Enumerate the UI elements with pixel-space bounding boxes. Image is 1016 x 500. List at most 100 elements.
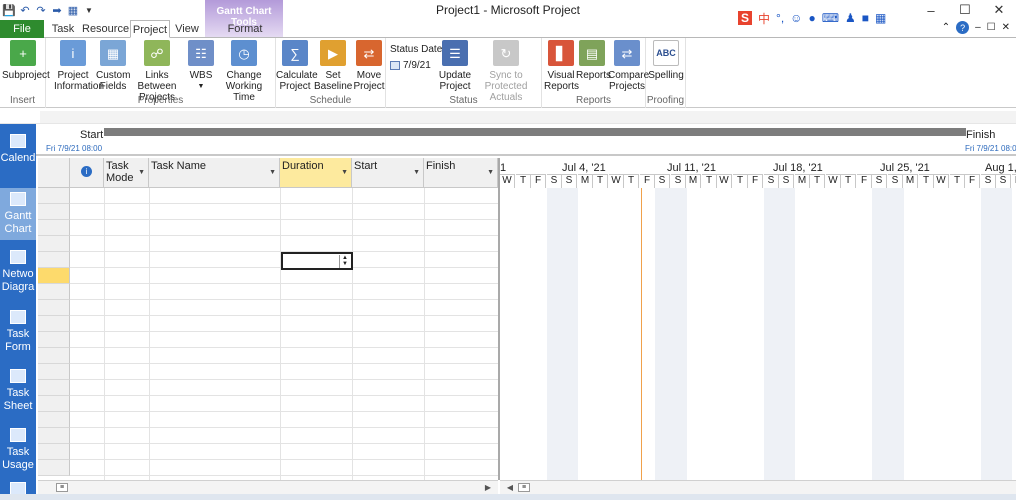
row-header[interactable] bbox=[38, 188, 70, 204]
project-information-button[interactable]: i Project Information bbox=[54, 40, 104, 92]
row-header[interactable] bbox=[38, 428, 70, 444]
row-header[interactable] bbox=[38, 460, 70, 476]
tab-resource[interactable]: Resource bbox=[82, 20, 129, 38]
table-row[interactable] bbox=[38, 444, 498, 460]
view-network-diagram[interactable]: Netwo Diagra bbox=[0, 250, 36, 294]
ribbon-close-icon[interactable]: ✕ bbox=[1002, 22, 1010, 33]
table-row[interactable] bbox=[38, 316, 498, 332]
row-header[interactable] bbox=[38, 396, 70, 412]
timeline[interactable]: Start Finish Fri 7/9/21 08:00 Fri 7/9/21… bbox=[36, 124, 1016, 156]
row-header[interactable] bbox=[38, 348, 70, 364]
reports-button[interactable]: ▤ Reports bbox=[576, 40, 611, 81]
tab-project[interactable]: Project bbox=[130, 20, 170, 38]
row-header[interactable] bbox=[38, 220, 70, 236]
duration-spinner[interactable]: ▲ ▼ bbox=[339, 255, 350, 268]
help-icon[interactable]: ? bbox=[956, 21, 970, 34]
view-task-sheet[interactable]: Task Sheet bbox=[0, 369, 36, 413]
duration-filter-icon[interactable]: ▼ bbox=[341, 169, 348, 176]
table-row[interactable] bbox=[38, 428, 498, 444]
gantt-icon[interactable]: ▦ bbox=[66, 3, 80, 17]
save-icon[interactable]: 💾 bbox=[2, 3, 16, 17]
gantt-chart[interactable]: 1 Jul 4, '21 Jul 11, '21 Jul 18, '21 Jul 25,… bbox=[500, 158, 1016, 480]
finish-filter-icon[interactable]: ▼ bbox=[487, 169, 494, 176]
table-row[interactable] bbox=[38, 332, 498, 348]
dropdown-icon[interactable]: ▼ bbox=[82, 3, 96, 17]
row-header[interactable] bbox=[38, 332, 70, 348]
tab-file[interactable]: File bbox=[0, 20, 44, 38]
table-row[interactable] bbox=[38, 300, 498, 316]
task-mode-filter-icon[interactable]: ▼ bbox=[138, 169, 145, 176]
column-start[interactable]: Start ▼ bbox=[352, 158, 424, 188]
table-row[interactable] bbox=[38, 284, 498, 300]
maximize-button[interactable]: ☐ bbox=[948, 0, 982, 20]
set-baseline-button[interactable]: ▶ Set Baseline bbox=[314, 40, 352, 92]
row-header[interactable] bbox=[38, 236, 70, 252]
spelling-button[interactable]: ABC Spelling bbox=[648, 40, 684, 81]
row-header[interactable] bbox=[38, 316, 70, 332]
tab-format[interactable]: Format bbox=[224, 20, 266, 38]
row-header[interactable] bbox=[38, 412, 70, 428]
wbs-button[interactable]: ☷ WBS ▼ bbox=[186, 40, 216, 92]
table-row[interactable] bbox=[38, 204, 498, 220]
status-date-field[interactable]: 7/9/21 bbox=[390, 60, 431, 71]
table-row[interactable] bbox=[38, 460, 498, 476]
table-row[interactable] bbox=[38, 412, 498, 428]
view-gantt-chart[interactable]: Gantt Chart bbox=[0, 188, 36, 240]
subproject-button[interactable]: + Subproject bbox=[2, 40, 50, 81]
duration-edit-cell[interactable]: ▲ ▼ bbox=[281, 252, 353, 270]
table-row[interactable] bbox=[38, 236, 498, 252]
links-between-projects-button[interactable]: ☍ Links Between Projects bbox=[130, 40, 184, 103]
column-duration[interactable]: Duration ▼ bbox=[280, 158, 352, 188]
timeline-bar[interactable] bbox=[104, 128, 966, 136]
start-filter-icon[interactable]: ▼ bbox=[413, 169, 420, 176]
gantt-scroll-thumb[interactable]: ≡ bbox=[518, 483, 530, 492]
gantt-scroll-left-button[interactable]: ◀ bbox=[504, 482, 516, 493]
tab-task[interactable]: Task bbox=[48, 20, 78, 38]
grid-scroll-thumb[interactable]: ≡ bbox=[56, 483, 68, 492]
table-row[interactable] bbox=[38, 188, 498, 204]
task-name-filter-icon[interactable]: ▼ bbox=[269, 169, 276, 176]
grid-horizontal-scrollbar[interactable]: ≡ ▶ bbox=[38, 480, 498, 494]
column-task-mode[interactable]: Task Mode ▼ bbox=[104, 158, 149, 188]
gantt-horizontal-scrollbar[interactable]: ◀ ≡ bbox=[500, 480, 1016, 494]
column-finish[interactable]: Finish ▼ bbox=[424, 158, 498, 188]
grid-scroll-right-button[interactable]: ▶ bbox=[482, 482, 494, 493]
column-info[interactable]: i bbox=[70, 158, 104, 188]
table-row[interactable] bbox=[38, 252, 498, 268]
undo-icon[interactable]: ↶ bbox=[18, 3, 32, 17]
table-row[interactable] bbox=[38, 364, 498, 380]
row-header[interactable] bbox=[38, 284, 70, 300]
move-project-button[interactable]: ⇄ Move Project bbox=[352, 40, 386, 92]
table-row[interactable] bbox=[38, 348, 498, 364]
update-project-button[interactable]: ☰ Update Project bbox=[436, 40, 474, 92]
view-task-usage[interactable]: Task Usage bbox=[0, 428, 36, 472]
visual-reports-button[interactable]: ▋ Visual Reports bbox=[544, 40, 579, 92]
row-header[interactable] bbox=[38, 380, 70, 396]
compare-projects-button[interactable]: ⇄ Compare Projects bbox=[608, 40, 649, 92]
change-working-time-button[interactable]: ◷ Change Working Time bbox=[216, 40, 272, 103]
row-header[interactable] bbox=[38, 268, 70, 284]
row-header[interactable] bbox=[38, 252, 70, 268]
row-header[interactable] bbox=[38, 364, 70, 380]
ribbon-minimize-icon[interactable]: – bbox=[975, 22, 981, 33]
table-row[interactable] bbox=[38, 380, 498, 396]
table-row[interactable] bbox=[38, 396, 498, 412]
row-header[interactable] bbox=[38, 204, 70, 220]
entry-bar[interactable] bbox=[40, 111, 1016, 123]
view-calendar[interactable]: Calend bbox=[0, 134, 36, 165]
collapse-ribbon-icon[interactable]: ⌃ bbox=[942, 22, 950, 33]
ribbon-restore-icon[interactable]: ☐ bbox=[987, 22, 996, 33]
table-row[interactable] bbox=[38, 220, 498, 236]
indent-icon[interactable]: ➡ bbox=[50, 3, 64, 17]
tab-view[interactable]: View bbox=[172, 20, 202, 38]
redo-icon[interactable]: ↷ bbox=[34, 3, 48, 17]
column-task-name[interactable]: Task Name ▼ bbox=[149, 158, 280, 188]
table-row[interactable] bbox=[38, 268, 498, 284]
minimize-button[interactable]: – bbox=[914, 0, 948, 20]
row-header[interactable] bbox=[38, 300, 70, 316]
custom-fields-button[interactable]: ▦ Custom Fields bbox=[96, 40, 130, 92]
row-header[interactable] bbox=[38, 444, 70, 460]
view-task-form[interactable]: Task Form bbox=[0, 310, 36, 354]
wbs-dropdown-icon[interactable]: ▼ bbox=[186, 81, 216, 92]
close-button[interactable]: ✕ bbox=[982, 0, 1016, 20]
